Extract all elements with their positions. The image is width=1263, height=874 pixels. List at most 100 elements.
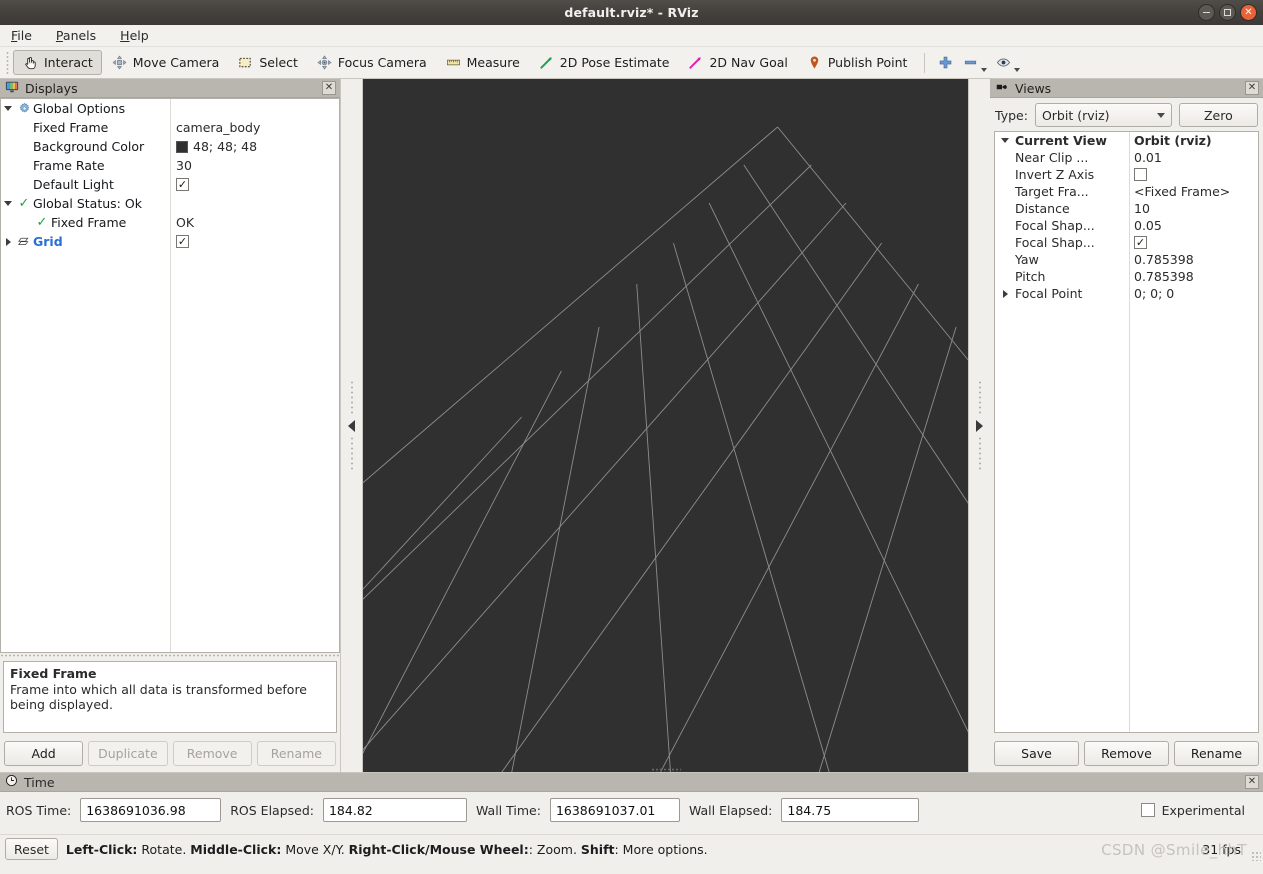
menu-panels[interactable]: Panels [54,27,98,44]
zero-button[interactable]: Zero [1178,103,1258,127]
maximize-icon[interactable] [1219,4,1236,21]
collapse-right-arrow-icon[interactable] [976,419,983,432]
viewport-bottom-grip[interactable] [650,768,681,772]
tool-select[interactable]: Select [228,50,307,75]
views-value[interactable]: <Fixed Frame> [1129,183,1258,200]
chevron-down-icon[interactable] [1,201,15,206]
menu-file[interactable]: FFileile [9,27,34,44]
tree-value[interactable]: ✓ [170,232,339,251]
views-row-pitch[interactable]: Pitch 0.785398 [995,268,1258,285]
chevron-right-icon[interactable] [995,289,1015,298]
views-panel-titlebar: Views ✕ [990,79,1263,98]
resize-grip[interactable] [1251,851,1261,861]
close-icon[interactable]: ✕ [1240,4,1257,21]
check-icon: ✓ [18,196,30,211]
tool-move-camera[interactable]: Move Camera [102,50,229,75]
splitter-dots [349,379,354,416]
views-value[interactable]: 0.785398 [1129,251,1258,268]
chevron-down-icon[interactable] [995,138,1015,143]
views-row-focal-shape-size[interactable]: Focal Shap... 0.05 [995,217,1258,234]
experimental-checkbox[interactable] [1140,803,1155,817]
tool-add-panel[interactable] [933,50,958,75]
views-row-current-view[interactable]: Current View Orbit (rviz) [995,132,1258,149]
views-label: Yaw [1015,252,1039,267]
splitter-dots [977,435,982,472]
tree-value[interactable]: 30 [170,156,339,175]
displays-splitter[interactable] [0,653,340,657]
wall-elapsed-input[interactable]: 184.75 [781,798,920,822]
reset-button[interactable]: Reset [5,838,58,860]
tree-value[interactable]: ✓ [170,175,339,194]
chevron-down-icon[interactable] [1,106,15,111]
background-color-value: 48; 48; 48 [193,139,258,154]
add-button[interactable]: Add [4,741,84,766]
description-title: Fixed Frame [10,666,97,681]
render-viewport-3d[interactable] [363,79,968,772]
default-light-checkbox[interactable]: ✓ [176,178,189,191]
experimental-toggle[interactable]: Experimental [1140,803,1257,818]
tool-remove-panel[interactable] [958,50,991,75]
chevron-right-icon[interactable] [1,237,15,246]
view-type-select[interactable]: Orbit (rviz) [1034,103,1172,127]
hint-more: : More options. [614,841,708,857]
toolbar-grip[interactable] [4,51,11,74]
views-row-yaw[interactable]: Yaw 0.785398 [995,251,1258,268]
views-row-invert-z[interactable]: Invert Z Axis [995,166,1258,183]
minimize-icon[interactable] [1198,4,1215,21]
tool-focus-camera[interactable]: Focus Camera [307,50,436,75]
right-collapse-handle[interactable] [968,79,990,772]
tree-value[interactable] [170,194,339,213]
views-row-near-clip[interactable]: Near Clip ... 0.01 [995,149,1258,166]
save-view-button[interactable]: Save [994,741,1079,766]
displays-tree[interactable]: Global Options Fixed Frame camera_body B… [0,98,340,653]
views-value[interactable]: 0; 0; 0 [1129,285,1258,302]
views-row-distance[interactable]: Distance 10 [995,200,1258,217]
tool-2d-pose-estimate[interactable]: 2D Pose Estimate [529,50,679,75]
ros-time-input[interactable]: 1638691036.98 [80,798,222,822]
tool-visibility[interactable] [991,50,1024,75]
views-row-focal-shape-fixed[interactable]: Focal Shap... ✓ [995,234,1258,251]
tool-publish-point[interactable]: Publish Point [797,50,917,75]
wall-time-input[interactable]: 1638691037.01 [549,798,680,822]
camera-icon [995,81,1009,96]
tree-value[interactable]: 48; 48; 48 [170,137,339,156]
tree-column-splitter[interactable] [170,99,171,652]
ros-elapsed-input[interactable]: 184.82 [322,798,467,822]
focal-shape-checkbox[interactable]: ✓ [1134,236,1147,249]
views-tree[interactable]: Current View Orbit (rviz) Near Clip ... … [994,131,1259,733]
views-value[interactable]: Orbit (rviz) [1129,132,1258,149]
tree-value[interactable]: OK [170,213,339,232]
tool-measure[interactable]: Measure [436,50,529,75]
menu-help[interactable]: Help [118,27,151,44]
collapse-left-arrow-icon[interactable] [348,419,355,432]
views-value-text: 10 [1134,201,1150,216]
close-icon[interactable]: ✕ [322,81,336,95]
views-value[interactable]: ✓ [1129,234,1258,251]
hint-move: Move X/Y. [281,841,349,857]
grid-enabled-checkbox[interactable]: ✓ [176,235,189,248]
chevron-down-icon[interactable] [981,68,988,72]
views-column-splitter[interactable] [1129,132,1130,732]
chevron-down-icon[interactable] [1014,68,1021,72]
tool-2d-nav-goal[interactable]: 2D Nav Goal [678,50,796,75]
invert-z-checkbox[interactable] [1134,168,1147,181]
views-value[interactable]: 10 [1129,200,1258,217]
color-swatch[interactable] [176,140,188,153]
fps-indicator: 31 fps [1202,841,1241,857]
views-value[interactable]: 0.785398 [1129,268,1258,285]
tree-value[interactable] [170,99,339,118]
close-icon[interactable]: ✕ [1245,775,1259,789]
tree-value[interactable]: camera_body [170,118,339,137]
views-value[interactable]: 0.01 [1129,149,1258,166]
views-row-target-frame[interactable]: Target Fra... <Fixed Frame> [995,183,1258,200]
views-value[interactable] [1129,166,1258,183]
views-row-focal-point[interactable]: Focal Point 0; 0; 0 [995,285,1258,302]
views-value[interactable]: 0.05 [1129,217,1258,234]
time-fields-row: ROS Time: 1638691036.98 ROS Elapsed: 184… [0,792,1263,822]
remove-view-button[interactable]: Remove [1084,741,1169,766]
left-collapse-handle[interactable] [341,79,363,772]
close-icon[interactable]: ✕ [1245,81,1259,95]
tool-interact[interactable]: Interact [13,50,102,75]
rename-view-button[interactable]: Rename [1174,741,1259,766]
views-value-text: 0.01 [1134,150,1162,165]
